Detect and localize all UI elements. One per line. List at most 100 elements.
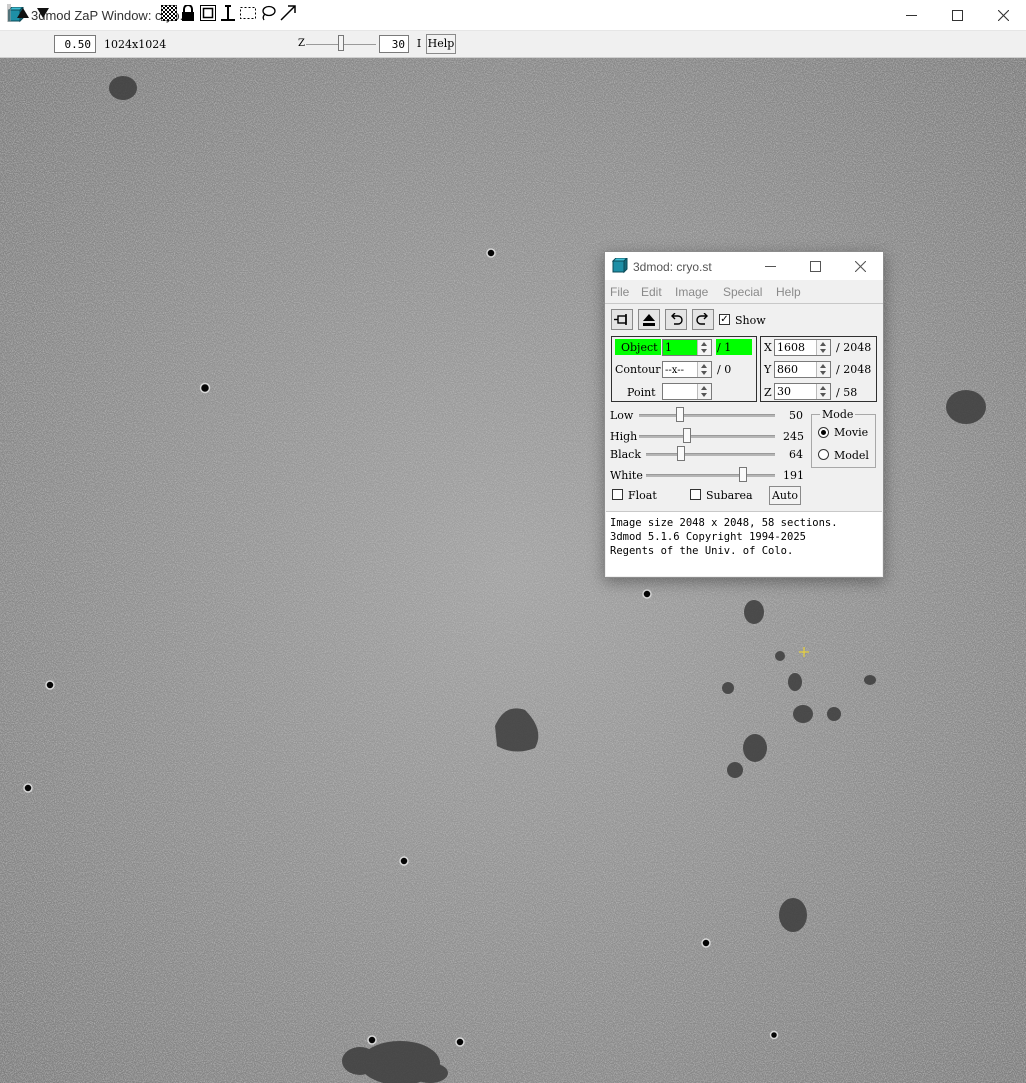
white-label: White (610, 469, 643, 482)
checkerboard-icon (161, 5, 177, 21)
z-total: / 58 (836, 386, 858, 399)
z-value: 30 (777, 385, 791, 398)
float-checkbox[interactable] (612, 489, 623, 500)
z-section-input[interactable]: 30 (379, 35, 409, 53)
section-up-button[interactable] (15, 3, 31, 23)
undo-icon (671, 312, 683, 325)
arrow-down-icon (37, 8, 49, 18)
high-label: High (610, 430, 638, 443)
object-label: Object (621, 341, 658, 354)
x-value: 1608 (777, 341, 805, 354)
info-menubar: File Edit Image Special Help (605, 281, 883, 304)
object-value: 1 (665, 341, 672, 354)
movie-pin-button[interactable] (611, 309, 633, 330)
object-spinbox[interactable]: 1 (662, 339, 712, 356)
pushpin-icon (614, 313, 627, 325)
undo-button[interactable] (665, 309, 687, 330)
raise-windows-button[interactable] (638, 309, 660, 330)
arrow-tool-button[interactable] (279, 3, 297, 23)
info-titlebar: 3dmod: cryo.st (605, 252, 883, 280)
low-slider-thumb[interactable] (675, 407, 684, 422)
menu-special[interactable]: Special (723, 285, 762, 299)
contour-value: --x-- (665, 365, 684, 376)
white-value: 191 (783, 469, 804, 482)
info-window-title: 3dmod: cryo.st (633, 260, 712, 274)
y-total: / 2048 (836, 363, 872, 376)
mode-model-label: Model (834, 449, 869, 462)
help-button[interactable]: Help (426, 34, 456, 54)
low-slider-track[interactable] (639, 414, 775, 417)
center-button[interactable] (199, 3, 217, 23)
black-slider-thumb[interactable] (676, 446, 685, 461)
message-line: 3dmod 5.1.6 Copyright 1994-2025 (610, 531, 806, 543)
menu-help[interactable]: Help (776, 285, 801, 299)
z-slider-label: Z (298, 38, 305, 49)
menu-edit[interactable]: Edit (641, 285, 662, 299)
minimize-button[interactable] (888, 0, 934, 30)
subarea-label: Subarea (706, 489, 753, 502)
contour-spinbox[interactable]: --x-- (662, 361, 712, 378)
black-slider-track[interactable] (646, 453, 775, 456)
subarea-checkbox[interactable] (690, 489, 701, 500)
minimize-icon (905, 14, 917, 16)
redo-icon (696, 312, 708, 325)
mode-model-radio[interactable] (818, 449, 829, 460)
x-total: / 2048 (836, 341, 872, 354)
cursor-pin-icon (221, 5, 235, 21)
maximize-button[interactable] (934, 0, 980, 30)
zap-titlebar: 3dmod ZaP Window: cryo.st (0, 0, 1026, 31)
info-minimize-button[interactable] (748, 252, 793, 280)
z-slider-thumb[interactable] (338, 35, 344, 51)
resolution-toggle-button[interactable] (160, 3, 178, 23)
info-window: 3dmod: cryo.st File Edit Image Special H… (604, 251, 884, 578)
high-slider-thumb[interactable] (682, 428, 691, 443)
white-slider-track[interactable] (646, 474, 775, 477)
info-close-button[interactable] (838, 252, 883, 280)
y-value: 860 (777, 363, 798, 376)
y-spinbox[interactable]: 860 (774, 361, 831, 378)
mode-title: Mode (820, 408, 856, 421)
z-spinbox[interactable]: 30 (774, 383, 831, 400)
rubberband-button[interactable] (239, 3, 257, 23)
mode-movie-radio[interactable] (818, 427, 829, 438)
contour-label: Contour (615, 363, 661, 376)
arrow-up-icon (17, 8, 29, 18)
z-label: Z (764, 386, 772, 399)
lock-icon (182, 5, 194, 21)
info-maximize-button[interactable] (793, 252, 838, 280)
x-spinbox[interactable]: 1608 (774, 339, 831, 356)
black-label: Black (610, 448, 641, 461)
contour-total: / 0 (717, 363, 732, 376)
show-checkbox[interactable]: ✓ (719, 314, 730, 325)
high-slider-track[interactable] (639, 435, 775, 438)
point-spinbox[interactable] (662, 383, 712, 400)
section-down-button[interactable] (35, 3, 51, 23)
redo-button[interactable] (692, 309, 714, 330)
x-label: X (764, 341, 772, 354)
message-line: Image size 2048 x 2048, 58 sections. (610, 517, 838, 529)
interpolate-button[interactable]: I (413, 35, 425, 53)
point-label: Point (627, 386, 656, 399)
close-button[interactable] (980, 0, 1026, 30)
low-value: 50 (789, 409, 803, 422)
lasso-button[interactable] (259, 3, 277, 23)
zoom-input[interactable]: 0.50 (54, 35, 96, 53)
white-slider-thumb[interactable] (738, 467, 747, 482)
message-line: Regents of the Univ. of Colo. (610, 545, 794, 557)
float-label: Float (628, 489, 657, 502)
close-icon (855, 260, 866, 272)
auto-button[interactable]: Auto (769, 486, 801, 505)
rectangle-icon (200, 5, 216, 21)
lock-button[interactable] (179, 3, 197, 23)
grip-icon (6, 3, 12, 23)
rubberband-icon (240, 7, 256, 19)
menu-image[interactable]: Image (675, 285, 708, 299)
y-label: Y (764, 363, 772, 376)
image-size-label: 1024x1024 (104, 38, 167, 51)
show-label: Show (735, 314, 766, 327)
insert-point-button[interactable] (219, 3, 237, 23)
object-total: / 1 (717, 341, 732, 354)
message-area: Image size 2048 x 2048, 58 sections. 3dm… (606, 511, 882, 576)
minimize-icon (765, 265, 776, 267)
menu-file[interactable]: File (610, 285, 629, 299)
